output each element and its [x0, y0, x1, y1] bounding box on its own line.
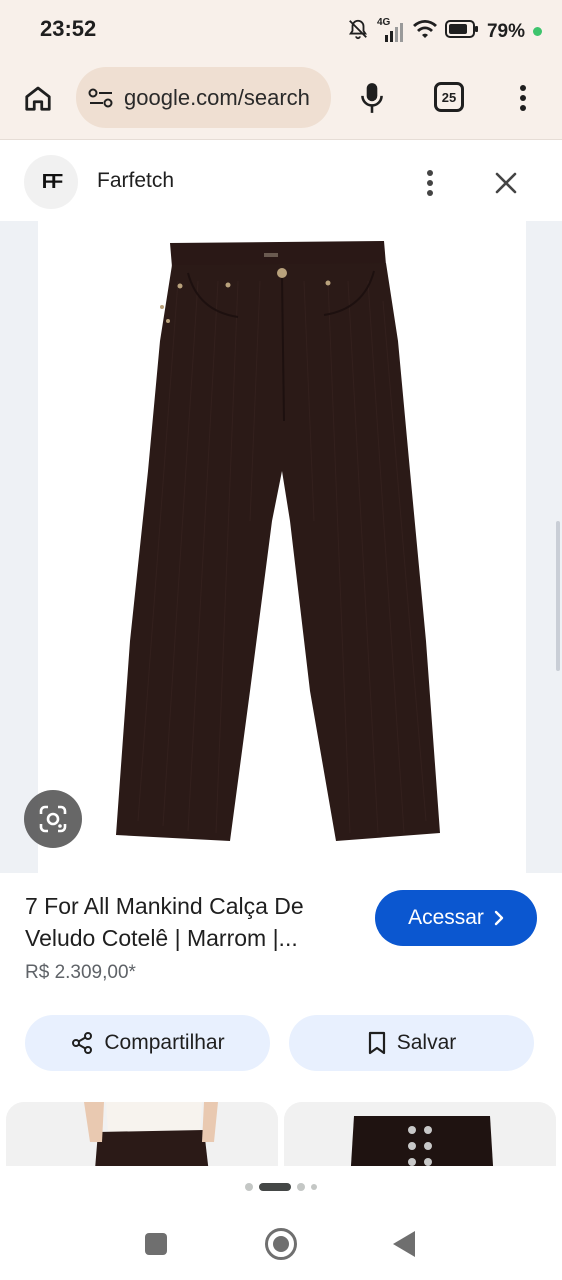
more-vert-icon: [427, 170, 433, 196]
tabs-icon[interactable]: 25: [434, 82, 464, 112]
home-icon: [25, 86, 51, 111]
bell-off-icon: [347, 18, 369, 45]
share-icon: [72, 1032, 93, 1054]
product-price: R$ 2.309,00*: [25, 962, 136, 983]
visit-label: Acessar: [408, 906, 484, 929]
pager-dot[interactable]: [297, 1183, 305, 1191]
browser-menu-button[interactable]: [508, 78, 538, 118]
tab-count: 25: [441, 89, 457, 105]
status-icons: 4G 79%: [347, 17, 542, 45]
visit-button[interactable]: Acessar: [375, 890, 537, 946]
browser-toolbar: google.com/search 25: [0, 60, 562, 140]
model-wearing-trousers-image: [6, 1102, 278, 1166]
pager-dot-active[interactable]: [259, 1183, 291, 1191]
pager-dot[interactable]: [311, 1184, 317, 1190]
close-button[interactable]: [488, 163, 524, 203]
status-bar: 23:52 4G 79%: [0, 0, 562, 60]
chevron-right-icon: [494, 910, 504, 926]
status-time: 23:52: [40, 16, 97, 41]
related-results: [0, 1100, 562, 1166]
privacy-indicator-dot: [533, 27, 542, 36]
source-more-button[interactable]: [418, 163, 442, 203]
product-title-line-1: 7 For All Mankind Calça De: [25, 893, 304, 919]
save-label: Salvar: [396, 1031, 457, 1054]
product-image[interactable]: [38, 221, 526, 873]
related-thumb[interactable]: [6, 1102, 278, 1166]
wifi-icon: [412, 19, 437, 44]
recent-apps-button[interactable]: [145, 1233, 167, 1255]
url-text: google.com/search: [124, 84, 310, 110]
related-thumb[interactable]: [284, 1102, 556, 1166]
system-nav-bar: [0, 1216, 562, 1280]
back-button[interactable]: [393, 1231, 415, 1257]
google-lens-button[interactable]: [24, 790, 82, 848]
home-button[interactable]: [20, 80, 56, 116]
source-header: FF Farfetch: [0, 141, 562, 221]
address-bar[interactable]: google.com/search: [76, 67, 331, 128]
battery-icon: [444, 20, 479, 43]
trousers-illustration: [116, 241, 440, 841]
farfetch-logo[interactable]: FF: [24, 155, 78, 209]
scroll-indicator: [556, 521, 560, 671]
product-title[interactable]: 7 For All Mankind Calça De Veludo Cotelê…: [25, 890, 355, 954]
home-nav-icon: [273, 1236, 289, 1252]
source-name[interactable]: Farfetch: [97, 169, 174, 193]
site-settings-icon[interactable]: [88, 87, 114, 109]
trousers-closeup-image: [284, 1102, 556, 1166]
bookmark-icon: [368, 1031, 385, 1055]
close-icon: [495, 172, 517, 194]
save-button[interactable]: Salvar: [289, 1015, 534, 1071]
pager: [0, 1183, 562, 1191]
logo-text: FF: [41, 170, 64, 193]
home-nav-button[interactable]: [265, 1228, 297, 1260]
voice-search-button[interactable]: [354, 78, 390, 118]
product-title-line-2: Veludo Cotelê | Marrom |...: [25, 925, 298, 951]
image-viewer[interactable]: [0, 221, 562, 873]
more-vert-icon: [520, 85, 526, 111]
share-label: Compartilhar: [104, 1031, 225, 1054]
pager-dot[interactable]: [245, 1183, 253, 1191]
lens-icon: [39, 805, 67, 833]
bottom-sheet: [0, 1166, 562, 1216]
signal-icon: 4G: [377, 17, 405, 43]
mic-icon: [361, 83, 383, 113]
share-button[interactable]: Compartilhar: [25, 1015, 270, 1071]
battery-percent: 79%: [486, 20, 525, 42]
